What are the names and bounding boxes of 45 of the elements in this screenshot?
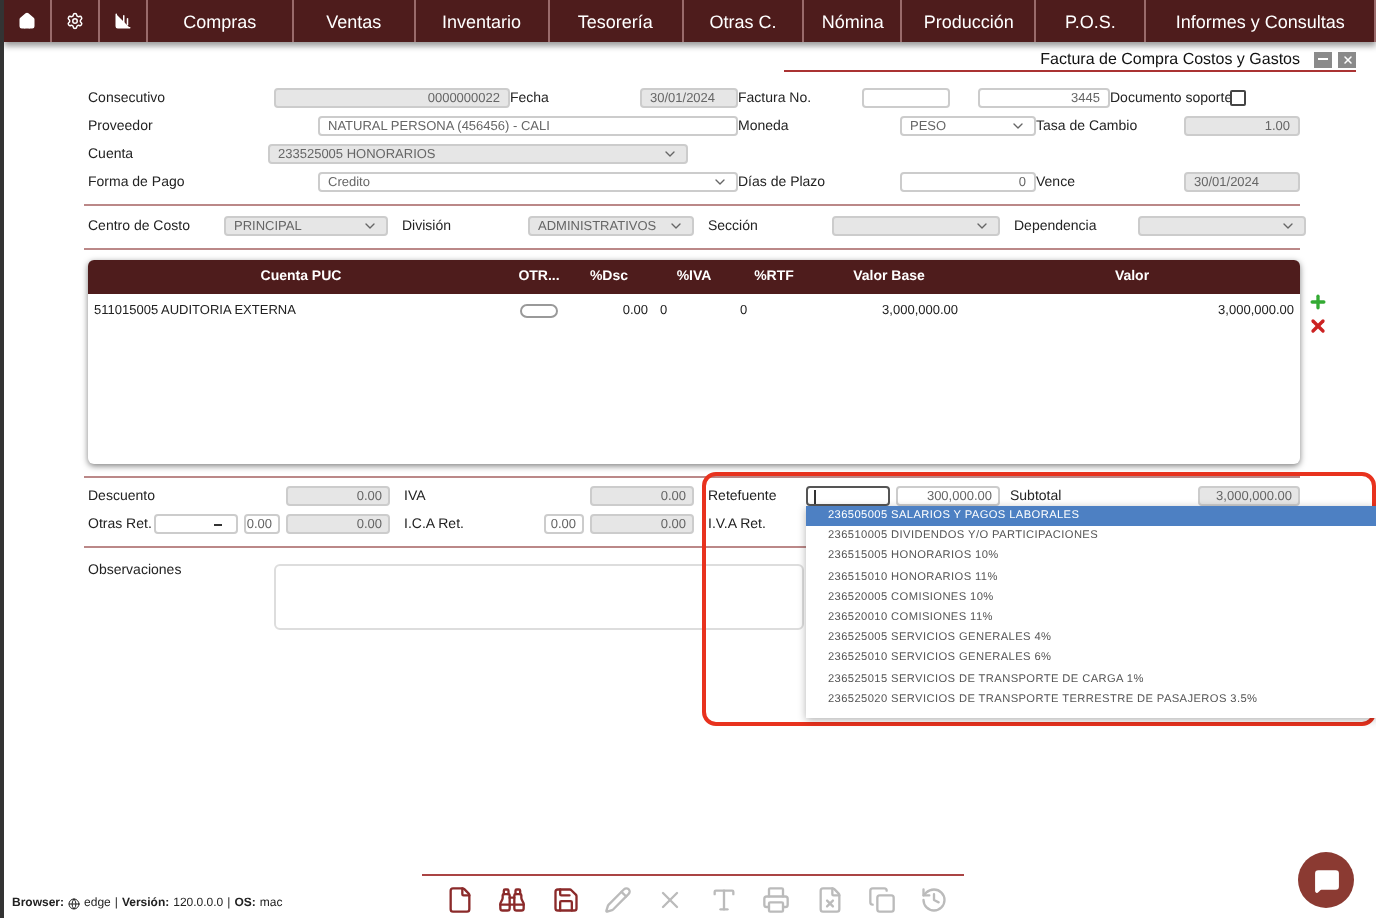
- pill-field[interactable]: [520, 303, 558, 317]
- chat-icon: [1313, 867, 1339, 893]
- minimize-icon: [1318, 58, 1328, 60]
- input-field[interactable]: [806, 486, 890, 506]
- history-icon: [920, 886, 949, 914]
- chevron-icon: [1280, 218, 1296, 234]
- add-icon[interactable]: [1308, 292, 1328, 312]
- print-icon: [762, 886, 791, 914]
- delete-icon[interactable]: [1308, 316, 1328, 336]
- chevron-icon: [712, 174, 728, 190]
- excel-icon: [815, 886, 844, 914]
- nav-menu-item[interactable]: Compras: [148, 0, 294, 42]
- minimize-button[interactable]: [1314, 51, 1332, 67]
- window-title: Factura de Compra Costos y Gastos: [1040, 50, 1300, 68]
- nav-menu-item[interactable]: Informes y Consultas: [1146, 0, 1376, 42]
- save-icon: [551, 886, 580, 914]
- nav-menu-item[interactable]: Nómina: [804, 0, 903, 42]
- checkbox[interactable]: [1230, 90, 1246, 106]
- text-cursor-icon: [814, 489, 816, 503]
- nav-menu-item[interactable]: Inventario: [415, 0, 550, 42]
- select-field[interactable]: [154, 514, 238, 534]
- browser-icon: [68, 898, 81, 910]
- chat-button[interactable]: [1298, 852, 1354, 908]
- chevron-icon: [974, 218, 990, 234]
- close-icon: [1341, 53, 1353, 65]
- nav-menu-item[interactable]: Otras C.: [683, 0, 805, 42]
- nav-menu-item[interactable]: P.O.S.: [1036, 0, 1147, 42]
- nav-menu-item[interactable]: Tesorería: [549, 0, 684, 42]
- caret-icon: [214, 523, 222, 525]
- close-button[interactable]: [1338, 51, 1356, 67]
- observaciones-field[interactable]: [274, 564, 804, 630]
- text-icon: [709, 886, 738, 914]
- new-icon: [445, 886, 474, 914]
- chevron-icon: [668, 218, 684, 234]
- edit-icon: [603, 886, 632, 914]
- chevron-icon: [362, 218, 378, 234]
- nav-menu-item[interactable]: Ventas: [293, 0, 416, 42]
- select-field[interactable]: [1138, 216, 1306, 236]
- copy-icon: [867, 886, 896, 914]
- chevron-icon: [662, 146, 678, 162]
- find-button[interactable]: [494, 882, 530, 918]
- find-icon: [498, 886, 527, 914]
- nav-menu-item[interactable]: Producción: [902, 0, 1037, 42]
- select-field[interactable]: [832, 216, 1000, 236]
- chevron-icon: [1010, 118, 1026, 134]
